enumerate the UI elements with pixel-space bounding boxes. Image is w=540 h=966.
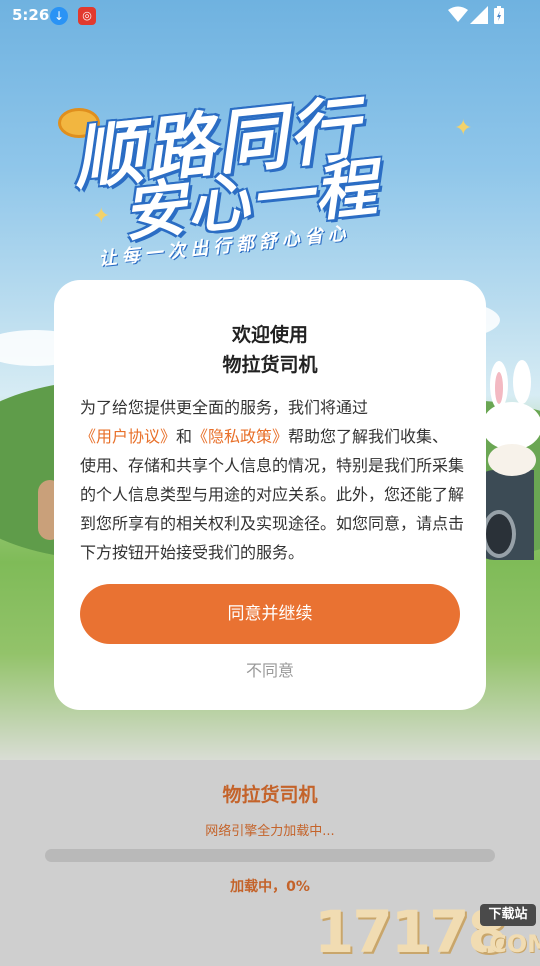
sparkle-icon: ✦ [454, 116, 473, 141]
download-icon: ↓ [50, 7, 68, 25]
battery-icon [494, 6, 504, 24]
status-bar: 5:26 ↓ ◎ [0, 0, 540, 32]
dialog-body: 为了给您提供更全面的服务，我们将通过《用户协议》和《隐私政策》帮助您了解我们收集… [80, 393, 464, 567]
loading-subtitle: 网络引擎全力加载中... [205, 824, 335, 839]
privacy-dialog: 欢迎使用 物拉货司机 为了给您提供更全面的服务，我们将通过《用户协议》和《隐私政… [54, 280, 486, 710]
dialog-body-text: 和 [176, 427, 193, 446]
watermark-number: 17178 [314, 898, 508, 966]
dialog-title-welcome: 欢迎使用 [231, 324, 308, 346]
privacy-policy-link[interactable]: 《隐私政策》 [192, 427, 288, 446]
wifi-icon [448, 6, 468, 22]
app-notification-icon: ◎ [78, 7, 96, 25]
disagree-button[interactable]: 不同意 [54, 654, 486, 688]
dialog-body-text: 为了给您提供更全面的服务，我们将通过 [80, 398, 369, 417]
car-wheel [482, 510, 516, 558]
agree-continue-button[interactable]: 同意并继续 [80, 584, 460, 644]
watermark-tag: 下载站 [480, 904, 536, 926]
dialog-title-app-name: 物拉货司机 [222, 354, 318, 376]
dialog-body-text: 帮助您了解我们收集、使用、存储和共享个人信息的情况，特别是我们所采集的个人信息类… [80, 427, 465, 562]
sparkle-icon: ✦ [92, 204, 111, 229]
loading-app-name: 物拉货司机 [222, 784, 318, 806]
signal-icon [470, 6, 488, 24]
watermark-domain: .COM [480, 930, 540, 958]
loading-status: 加载中，0% [230, 879, 310, 895]
loading-progress-bar [45, 849, 495, 862]
status-time: 5:26 [12, 6, 50, 24]
user-agreement-link[interactable]: 《用户协议》 [80, 427, 176, 446]
